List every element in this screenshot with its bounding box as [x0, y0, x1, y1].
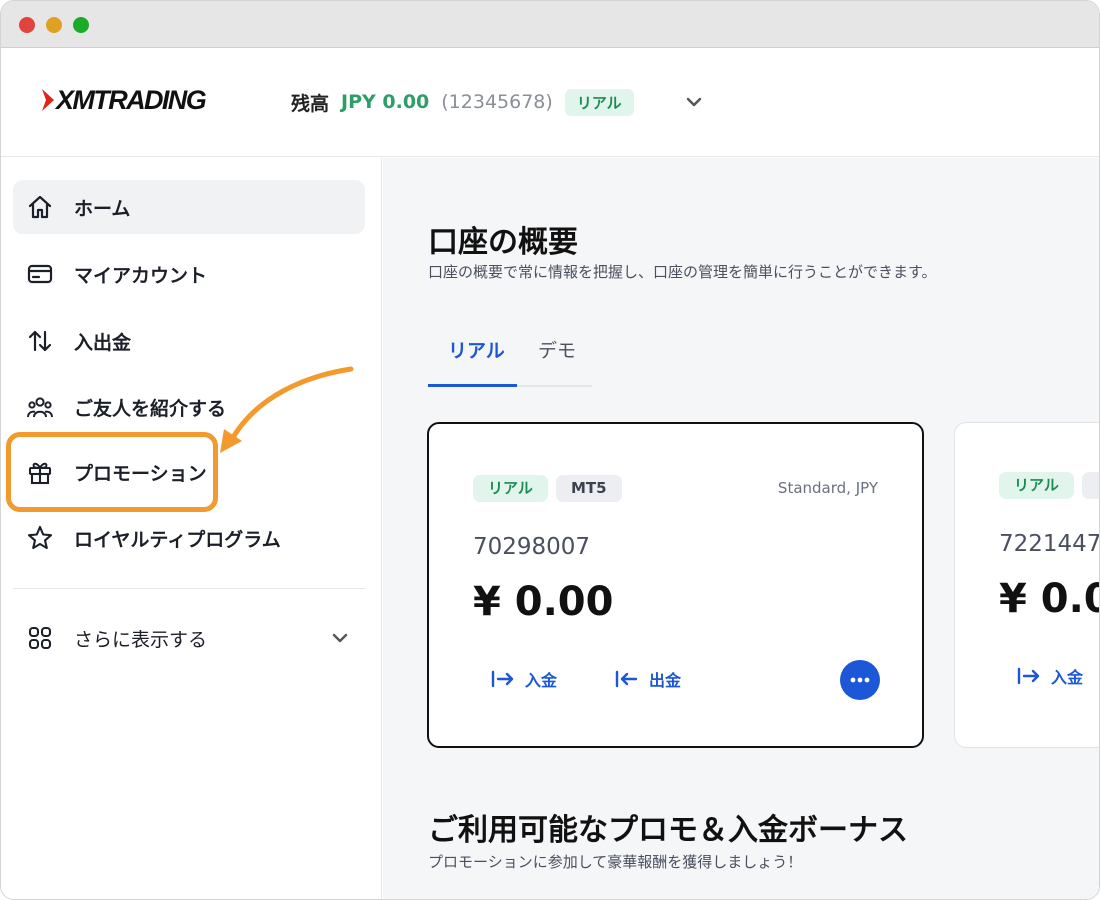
balance-summary[interactable]: 残高 JPY 0.00 (12345678) リアル — [291, 88, 634, 116]
platform-badge — [1082, 472, 1099, 499]
deposit-label: 入金 — [1051, 668, 1084, 687]
minimize-window-button[interactable] — [46, 17, 62, 33]
users-icon — [27, 397, 53, 418]
sidebar-item-label: さらに表示する — [74, 628, 208, 651]
account-type-badge: リアル — [564, 88, 634, 116]
withdraw-label: 出金 — [649, 671, 682, 690]
sidebar-item-my-account[interactable]: マイアカウント — [13, 247, 365, 301]
account-number: (12345678) — [441, 91, 553, 113]
active-tab-indicator — [428, 384, 517, 387]
close-window-button[interactable] — [19, 17, 35, 33]
sidebar-item-label: 入出金 — [74, 331, 132, 354]
platform-badge: MT5 — [556, 475, 622, 502]
maximize-window-button[interactable] — [73, 17, 89, 33]
deposit-button[interactable]: 入金 — [1017, 664, 1083, 688]
logo-text: XMTRADING — [56, 84, 207, 115]
tab-demo[interactable]: デモ — [538, 336, 576, 363]
promo-section-subtitle: プロモーションに参加して豪華報酬を獲得しましょう！ — [428, 853, 803, 871]
account-tabs: リアル デモ — [428, 328, 592, 387]
account-type-badge: リアル — [999, 472, 1074, 499]
account-card[interactable]: リアル 72214476 ¥ 0.00 入金 — [954, 422, 1100, 748]
account-number: 70298007 — [473, 534, 591, 560]
deposit-button[interactable]: 入金 — [491, 667, 557, 691]
grid-icon — [28, 626, 52, 650]
promo-section-title: ご利用可能なプロモ＆入金ボーナス — [428, 813, 908, 848]
page-title: 口座の概要 — [428, 225, 578, 260]
sidebar-item-label: ロイヤルティプログラム — [74, 528, 281, 551]
promotion-highlight-box — [6, 432, 218, 512]
transfer-icon — [28, 330, 52, 352]
star-icon — [27, 525, 53, 550]
page-subtitle: 口座の概要で常に情報を把握し、口座の管理を簡単に行うことができます。 — [428, 263, 937, 281]
home-icon — [28, 195, 52, 219]
tab-real[interactable]: リアル — [448, 336, 505, 363]
logo[interactable]: XMTRADING — [41, 84, 207, 116]
sidebar-item-label: ご友人を紹介する — [74, 397, 227, 420]
sidebar-item-loyalty[interactable]: ロイヤルティプログラム — [13, 511, 365, 565]
logo-mark-icon — [42, 89, 54, 111]
deposit-arrow-icon — [491, 670, 514, 688]
card-icon — [27, 264, 53, 284]
deposit-label: 入金 — [525, 671, 558, 690]
chevron-down-icon[interactable] — [683, 91, 705, 113]
sidebar-item-show-more[interactable]: さらに表示する — [13, 611, 365, 665]
window-titlebar — [1, 1, 1099, 48]
more-options-button[interactable] — [840, 660, 880, 700]
sidebar-item-label: マイアカウント — [74, 264, 208, 287]
account-balance: ¥ 0.00 — [999, 576, 1099, 622]
account-card[interactable]: リアル MT5 Standard, JPY 70298007 ¥ 0.00 入金… — [427, 422, 924, 748]
account-number: 72214476 — [999, 531, 1100, 557]
more-dots-icon — [850, 677, 870, 683]
main-content: 口座の概要 口座の概要で常に情報を把握し、口座の管理を簡単に行うことができます。… — [383, 158, 1100, 899]
sidebar-item-home[interactable]: ホーム — [13, 180, 365, 234]
balance-label: 残高 — [291, 92, 330, 115]
withdraw-button[interactable]: 出金 — [615, 667, 681, 691]
callout-arrow-icon — [220, 366, 354, 453]
sidebar-item-label: ホーム — [74, 197, 131, 220]
account-plan: Standard, JPY — [777, 479, 878, 497]
deposit-arrow-icon — [1017, 667, 1040, 685]
account-type-badge: リアル — [473, 475, 548, 502]
browser-window: XMTRADING 残高 JPY 0.00 (12345678) リアル ホーム… — [0, 0, 1100, 900]
chevron-down-icon — [332, 633, 348, 643]
sidebar-item-deposit-withdraw[interactable]: 入出金 — [13, 314, 365, 368]
balance-amount: JPY 0.00 — [341, 91, 430, 113]
sidebar-divider — [13, 588, 365, 589]
withdraw-arrow-icon — [615, 670, 638, 688]
account-balance: ¥ 0.00 — [473, 579, 614, 625]
top-header: XMTRADING 残高 JPY 0.00 (12345678) リアル — [1, 48, 1099, 157]
sidebar: ホーム マイアカウント 入出金 ご友人を紹介する プロモーション ロイヤルティプ… — [1, 158, 382, 899]
